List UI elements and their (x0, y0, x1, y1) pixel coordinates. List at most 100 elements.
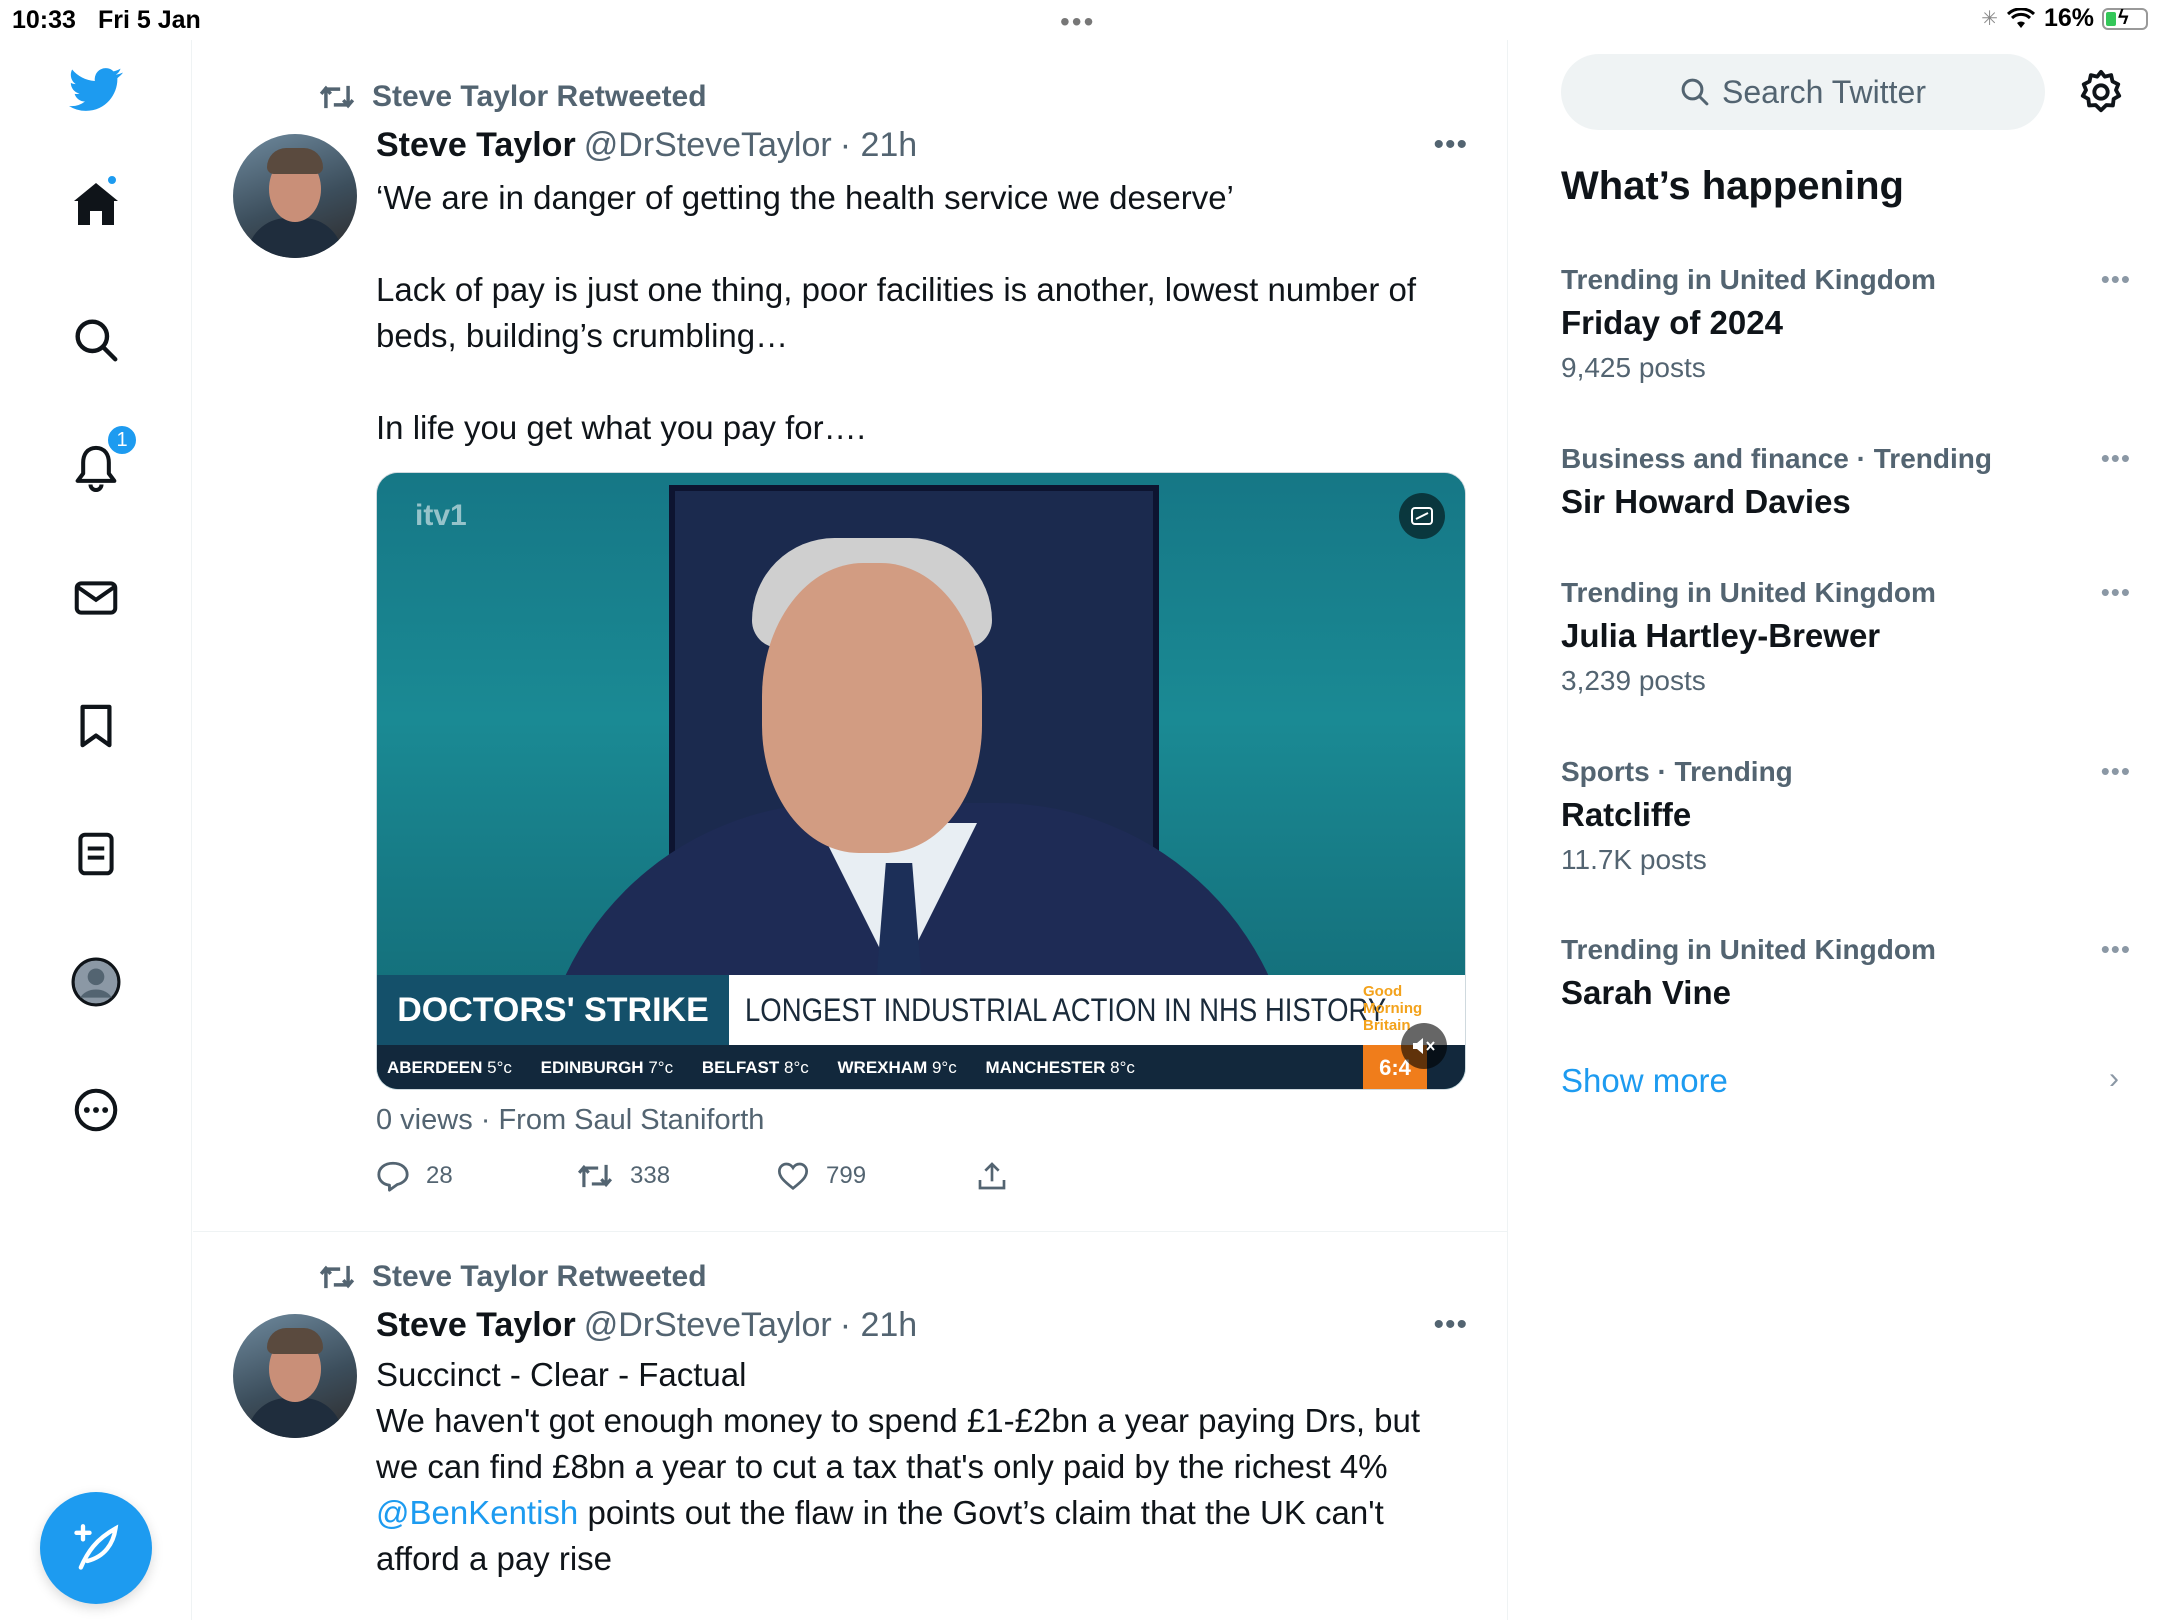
trend-more-icon[interactable]: ••• (2101, 934, 2131, 965)
avatar[interactable] (233, 1314, 357, 1438)
mute-icon[interactable] (1401, 1023, 1447, 1069)
nav-more[interactable] (68, 1082, 124, 1138)
author-handle[interactable]: @DrSteveTaylor (584, 1306, 832, 1345)
weather-temp: 7°c (648, 1058, 674, 1077)
multitasking-dots-icon[interactable]: ••• (1060, 6, 1095, 38)
compose-feather-icon (74, 1524, 119, 1570)
trend-more-icon[interactable]: ••• (2101, 756, 2131, 787)
compose-tweet-button[interactable] (40, 1492, 152, 1604)
tweet-text: ‘We are in danger of getting the health … (376, 175, 1456, 451)
nav-notifications[interactable]: 1 (68, 424, 138, 496)
retweet-count: 338 (630, 1162, 671, 1189)
tweet-paragraph: In life you get what you pay for…. (376, 409, 866, 446)
trend-item[interactable]: Trending in United Kingdom Julia Hartley… (1561, 577, 2131, 697)
tweet-more-icon[interactable]: ••• (1433, 1308, 1468, 1342)
news-lower-third: DOCTORS' STRIKE LONGEST INDUSTRIAL ACTIO… (377, 975, 1465, 1045)
channel-logo: itv1 (415, 499, 467, 532)
trend-count: 11.7K posts (1561, 844, 1707, 875)
news-tag: DOCTORS' STRIKE (377, 975, 729, 1045)
retweet-icon (577, 1164, 613, 1188)
twitter-logo-icon[interactable] (68, 62, 124, 118)
heart-icon (777, 1162, 809, 1191)
tweet[interactable]: Steve Taylor Retweeted Steve Taylor @DrS… (193, 1232, 1507, 1620)
gear-icon (2080, 69, 2122, 113)
trend-more-icon[interactable]: ••• (2101, 577, 2131, 608)
weather-temp: 8°c (784, 1058, 809, 1077)
trend-more-icon[interactable]: ••• (2101, 443, 2131, 474)
tweet-video[interactable]: itv1 DOCTORS' STRIKE LONGEST INDUSTRIAL … (376, 472, 1466, 1090)
author-name[interactable]: Steve Taylor (376, 126, 576, 165)
author-name[interactable]: Steve Taylor (376, 1306, 576, 1345)
captions-icon[interactable] (1399, 493, 1445, 539)
trend-name: Julia Hartley-Brewer (1561, 617, 1881, 654)
trend-context: Trending in United Kingdom (1561, 934, 1936, 965)
reply-icon (377, 1161, 409, 1192)
bookmark-icon (80, 704, 112, 748)
tweet-more-icon[interactable]: ••• (1433, 128, 1468, 162)
status-bar: 10:33 Fri 5 Jan ••• ✳ 16% ϟ (0, 0, 2160, 40)
tweet-text: Succinct - Clear - Factual We haven't go… (376, 1352, 1456, 1582)
trend-item[interactable]: Business and finance · Trending Sir Howa… (1561, 443, 2131, 521)
more-circle-icon (74, 1088, 118, 1132)
trend-count: 3,239 posts (1561, 665, 1706, 696)
search-icon (1681, 78, 1709, 106)
trend-name: Ratcliffe (1561, 796, 1692, 833)
search-box[interactable]: Search Twitter (1561, 54, 2045, 130)
trend-name: Sir Howard Davies (1561, 483, 1851, 520)
trend-item[interactable]: Trending in United Kingdom Friday of 202… (1561, 264, 2131, 384)
status-date: Fri 5 Jan (98, 6, 201, 34)
timeline-feed: Steve Taylor Retweeted Steve Taylor @DrS… (193, 40, 1508, 1620)
trend-item[interactable]: Sports · Trending Ratcliffe 11.7K posts … (1561, 756, 2131, 876)
weather-temp: 5°c (487, 1058, 512, 1077)
battery-icon: ϟ (2102, 7, 2148, 30)
reply-button[interactable]: 28 (376, 1160, 576, 1192)
retweet-icon (319, 85, 355, 109)
tweet-paragraph: Succinct - Clear - Factual (376, 1356, 747, 1393)
nav-messages[interactable] (68, 570, 124, 626)
tweet-time[interactable]: · 21h (840, 1306, 918, 1345)
list-icon (78, 832, 114, 876)
news-headline: LONGEST INDUSTRIAL ACTION IN NHS HISTORY (745, 992, 1387, 1028)
share-icon (978, 1162, 1006, 1190)
settings-button[interactable] (2075, 66, 2127, 118)
nav-profile[interactable] (68, 954, 124, 1010)
retweet-label: Steve Taylor Retweeted (372, 1260, 707, 1293)
avatar[interactable] (233, 134, 357, 258)
weather-city: ABERDEEN (387, 1058, 483, 1077)
retweet-context: Steve Taylor Retweeted (318, 1260, 707, 1294)
status-right: ✳ 16% ϟ (1981, 4, 2148, 33)
like-button[interactable]: 799 (776, 1161, 976, 1191)
author-handle[interactable]: @DrSteveTaylor (584, 126, 832, 165)
nav-home[interactable] (68, 174, 124, 232)
trend-item[interactable]: Trending in United Kingdom Sarah Vine ••… (1561, 934, 2131, 1012)
tweet-actions: 28 338 799 (376, 1160, 1176, 1192)
weather-temp: 9°c (931, 1058, 957, 1077)
retweet-icon (319, 1265, 355, 1289)
trend-count: 9,425 posts (1561, 352, 1706, 383)
trend-name: Friday of 2024 (1561, 304, 1783, 341)
nav-bookmarks[interactable] (68, 698, 124, 754)
retweet-button[interactable]: 338 (576, 1160, 776, 1192)
tweet-views: 0 views · From Saul Staniforth (376, 1104, 765, 1136)
tweet-time[interactable]: · 21h (840, 126, 918, 165)
show-more-label: Show more (1561, 1062, 1728, 1099)
mention-link[interactable]: @BenKentish (376, 1494, 578, 1531)
show-more-link[interactable]: Show more › (1561, 1062, 2131, 1100)
tweet-paragraph: @BenKentish points out the flaw in the G… (376, 1490, 1456, 1582)
notifications-badge: 1 (106, 424, 138, 456)
trend-context: Sports · Trending (1561, 756, 1793, 787)
trend-context: Business and finance · Trending (1561, 443, 1992, 474)
home-icon (74, 183, 118, 225)
whats-happening-title: What’s happening (1561, 164, 1904, 208)
trend-name: Sarah Vine (1561, 974, 1731, 1011)
weather-ticker: ABERDEEN 5°c EDINBURGH 7°c BELFAST 8°c W… (377, 1045, 1465, 1089)
nav-lists[interactable] (68, 826, 124, 882)
share-button[interactable] (976, 1160, 1176, 1192)
nav-explore[interactable] (68, 312, 124, 368)
tweet[interactable]: Steve Taylor Retweeted Steve Taylor @DrS… (193, 40, 1507, 1232)
search-icon (75, 319, 118, 362)
weather-city: BELFAST (701, 1058, 780, 1077)
trend-more-icon[interactable]: ••• (2101, 264, 2131, 295)
tweet-header: Steve Taylor @DrSteveTaylor · 21h (376, 1306, 917, 1345)
tweet-paragraph: Lack of pay is just one thing, poor faci… (376, 271, 1417, 354)
